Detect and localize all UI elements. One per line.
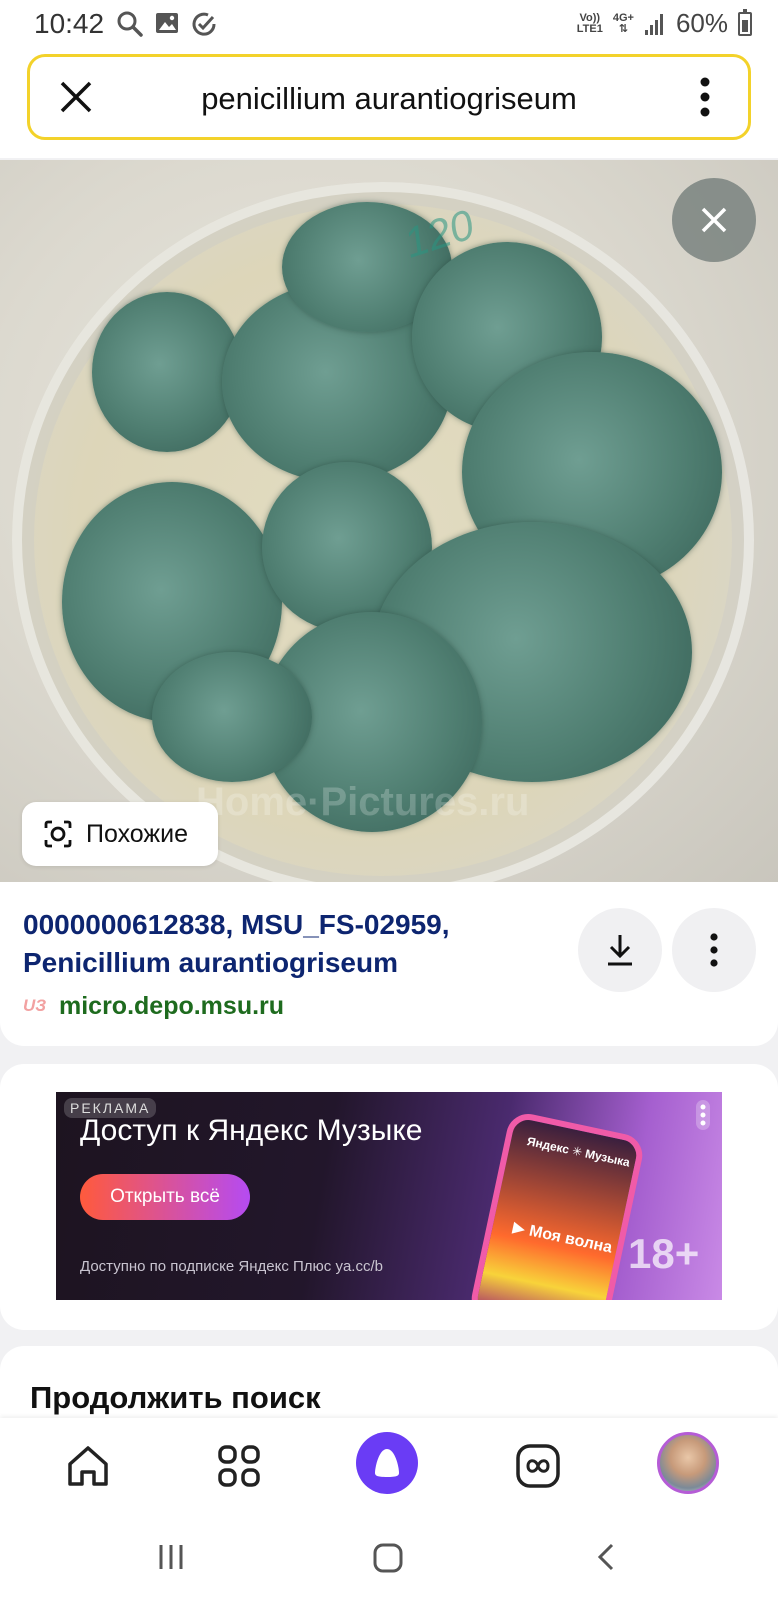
image-viewer[interactable]: 120 Home·Pictures.ru: [0, 160, 778, 882]
phone-brand-label: Яндекс ✳ Музыка: [525, 1134, 632, 1170]
more-vertical-icon[interactable]: [700, 77, 710, 117]
back-icon[interactable]: [594, 1542, 618, 1572]
phone-illustration: Яндекс ✳ Музыка ▶ Моя волна: [467, 1109, 647, 1300]
nav-infinity[interactable]: [506, 1434, 570, 1498]
battery-icon: [738, 8, 752, 36]
continue-search-section: Продолжить поиск: [0, 1346, 778, 1426]
gallery-icon: [156, 13, 178, 33]
profile-avatar[interactable]: [657, 1432, 719, 1494]
source-row[interactable]: UЗ micro.depo.msu.ru: [23, 992, 284, 1021]
source-domain-link[interactable]: micro.depo.msu.ru: [59, 992, 284, 1021]
ad-fine-print: Доступно по подписке Яндекс Плюс ya.cc/b: [80, 1258, 383, 1275]
ad-age-rating: 18+: [628, 1230, 700, 1277]
nav-home[interactable]: [56, 1434, 120, 1498]
alice-icon: [375, 1449, 399, 1477]
ad-card: Яндекс ✳ Музыка ▶ Моя волна РЕКЛАМА Дост…: [0, 1064, 778, 1330]
search-header: penicillium aurantiogriseum: [0, 50, 778, 158]
continue-search-title: Продолжить поиск: [30, 1380, 321, 1415]
home-icon: [68, 1446, 108, 1486]
similar-label: Похожие: [86, 819, 189, 848]
ad-banner[interactable]: Яндекс ✳ Музыка ▶ Моя волна РЕКЛАМА Дост…: [56, 1092, 722, 1300]
result-card: 0000000612838, MSU_FS-02959, Penicillium…: [0, 882, 778, 1046]
home-button-icon[interactable]: [372, 1542, 404, 1574]
signal-icon: [644, 13, 663, 35]
ad-more-icon[interactable]: [696, 1100, 710, 1130]
petri-dish-image: 120: [12, 182, 754, 882]
lte-label: LTE1: [576, 22, 603, 35]
infinity-icon: [516, 1444, 560, 1488]
download-icon: [608, 935, 632, 966]
recent-apps-icon[interactable]: [156, 1542, 186, 1572]
close-icon: [701, 207, 727, 233]
search-icon: [117, 11, 143, 37]
nav-apps[interactable]: [207, 1434, 271, 1498]
volte-label: Vo)): [579, 11, 601, 24]
search-box[interactable]: penicillium aurantiogriseum: [27, 54, 751, 140]
image-watermark: Home·Pictures.ru: [196, 780, 530, 824]
check-circle-icon: [192, 12, 216, 36]
more-vertical-icon: [710, 933, 718, 967]
phone-wave-label: ▶ Моя волна: [511, 1219, 614, 1257]
status-time: 10:42: [34, 8, 105, 39]
result-more-button[interactable]: [672, 908, 756, 992]
network-type-label: 4G+: [612, 11, 634, 24]
result-title-link[interactable]: 0000000612838, MSU_FS-02959, Penicillium…: [23, 906, 543, 982]
camera-lens-icon: [44, 820, 72, 848]
similar-images-button[interactable]: Похожие: [22, 802, 218, 866]
apps-grid-icon: [218, 1445, 260, 1487]
bottom-nav: [0, 1418, 778, 1518]
nav-alice[interactable]: [356, 1432, 418, 1494]
download-button[interactable]: [578, 908, 662, 992]
search-query[interactable]: penicillium aurantiogriseum: [30, 81, 748, 117]
ad-headline: Доступ к Яндекс Музыке: [80, 1114, 423, 1147]
data-arrows-icon: ⇅: [618, 22, 628, 35]
battery-percent: 60%: [675, 8, 728, 38]
system-nav-bar: [0, 1518, 778, 1600]
close-image-button[interactable]: [672, 178, 756, 262]
status-bar: 10:42 Vo)) LTE1 4G+ ⇅ 60%: [0, 0, 778, 50]
site-favicon: UЗ: [23, 995, 47, 1015]
ad-cta-button[interactable]: Открыть всё: [80, 1174, 250, 1220]
